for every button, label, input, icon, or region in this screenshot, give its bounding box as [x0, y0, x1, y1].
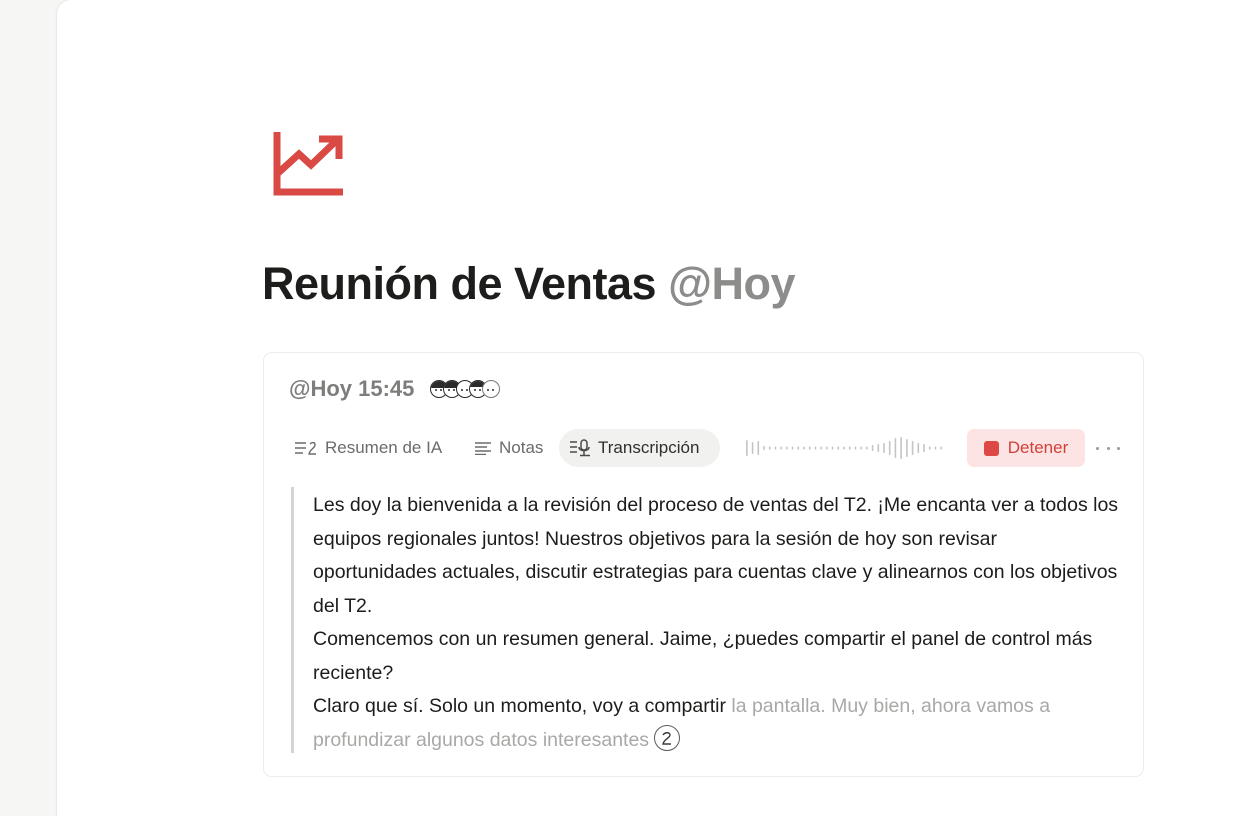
waveform-bar: [917, 443, 920, 453]
tab-ai-summary[interactable]: Resumen de IA: [284, 429, 452, 467]
meeting-block: @Hoy 15:45 Resumen de IA Notas Transcrip…: [263, 352, 1144, 777]
page-title[interactable]: Reunión de Ventas @Hoy: [262, 258, 796, 310]
notes-icon: [475, 442, 491, 455]
stop-recording-button[interactable]: Detener: [967, 429, 1085, 467]
waveform-bar: [894, 438, 897, 458]
waveform-bar: [877, 444, 880, 452]
trending-up-icon[interactable]: [273, 130, 345, 196]
page-canvas: Reunión de Ventas @Hoy @Hoy 15:45 Resume…: [57, 0, 1241, 816]
waveform-bar: [791, 446, 794, 450]
ai-writing-icon[interactable]: [654, 725, 681, 752]
waveform-bar: [866, 446, 868, 450]
waveform-bar: [837, 446, 840, 450]
ai-summary-icon: [295, 441, 316, 455]
waveform-bar: [820, 446, 822, 450]
waveform-bar: [848, 446, 851, 450]
page-title-text: Reunión de Ventas: [262, 258, 657, 309]
tab-ai-summary-label: Resumen de IA: [325, 438, 443, 457]
waveform-bar: [751, 442, 754, 454]
waveform-bar: [757, 441, 760, 455]
waveform-bar: [923, 444, 925, 452]
tab-notes[interactable]: Notas: [464, 429, 553, 467]
tab-transcription[interactable]: Transcripción: [559, 429, 720, 467]
audio-waveform: [746, 437, 942, 459]
transcript-paragraph: Comencemos con un resumen general. Jaime…: [313, 628, 1093, 684]
waveform-bar: [746, 440, 748, 456]
avatar: [482, 380, 501, 398]
stop-icon: [983, 440, 999, 456]
waveform-bar: [843, 446, 845, 450]
waveform-bar: [883, 443, 885, 453]
waveform-bar: [860, 446, 862, 450]
waveform-bar: [763, 446, 765, 450]
waveform-bar: [888, 441, 891, 455]
more-horizontal-icon[interactable]: [1096, 437, 1120, 459]
waveform-bar: [774, 446, 777, 450]
stop-button-label: Detener: [1007, 438, 1069, 457]
tab-transcription-label: Transcripción: [598, 438, 700, 457]
waveform-bar: [906, 439, 908, 457]
waveform-bar: [808, 446, 811, 450]
participant-avatars[interactable]: [430, 380, 501, 398]
waveform-bar: [797, 446, 800, 450]
waveform-bar: [940, 446, 942, 450]
transcript-body: Les doy la bienvenida a la revisión del …: [291, 487, 1121, 753]
waveform-bar: [768, 446, 771, 450]
transcript-paragraph: Les doy la bienvenida a la revisión del …: [313, 494, 1119, 617]
transcription-icon: [570, 439, 590, 457]
date-mention[interactable]: @Hoy: [668, 258, 795, 309]
waveform-bar: [928, 446, 931, 450]
transcript-confirmed-text: Claro que sí. Solo un momento, voy a com…: [313, 695, 726, 717]
waveform-bar: [900, 437, 902, 459]
waveform-bar: [803, 446, 805, 450]
waveform-bar: [934, 446, 937, 450]
tab-notes-label: Notas: [499, 438, 544, 457]
waveform-bar: [831, 446, 834, 450]
meeting-header: @Hoy 15:45: [289, 376, 501, 402]
waveform-bar: [814, 446, 817, 450]
meeting-datetime[interactable]: @Hoy 15:45: [289, 376, 414, 402]
meeting-toolbar: Resumen de IA Notas Transcripción Detene…: [288, 429, 1128, 467]
waveform-bar: [826, 446, 828, 450]
waveform-bar: [871, 445, 874, 451]
waveform-bar: [911, 441, 914, 455]
waveform-bar: [854, 446, 857, 450]
waveform-bar: [780, 446, 782, 450]
waveform-bar: [786, 446, 788, 450]
transcript-paragraph-live: Claro que sí. Solo un momento, voy a com…: [313, 690, 1121, 757]
